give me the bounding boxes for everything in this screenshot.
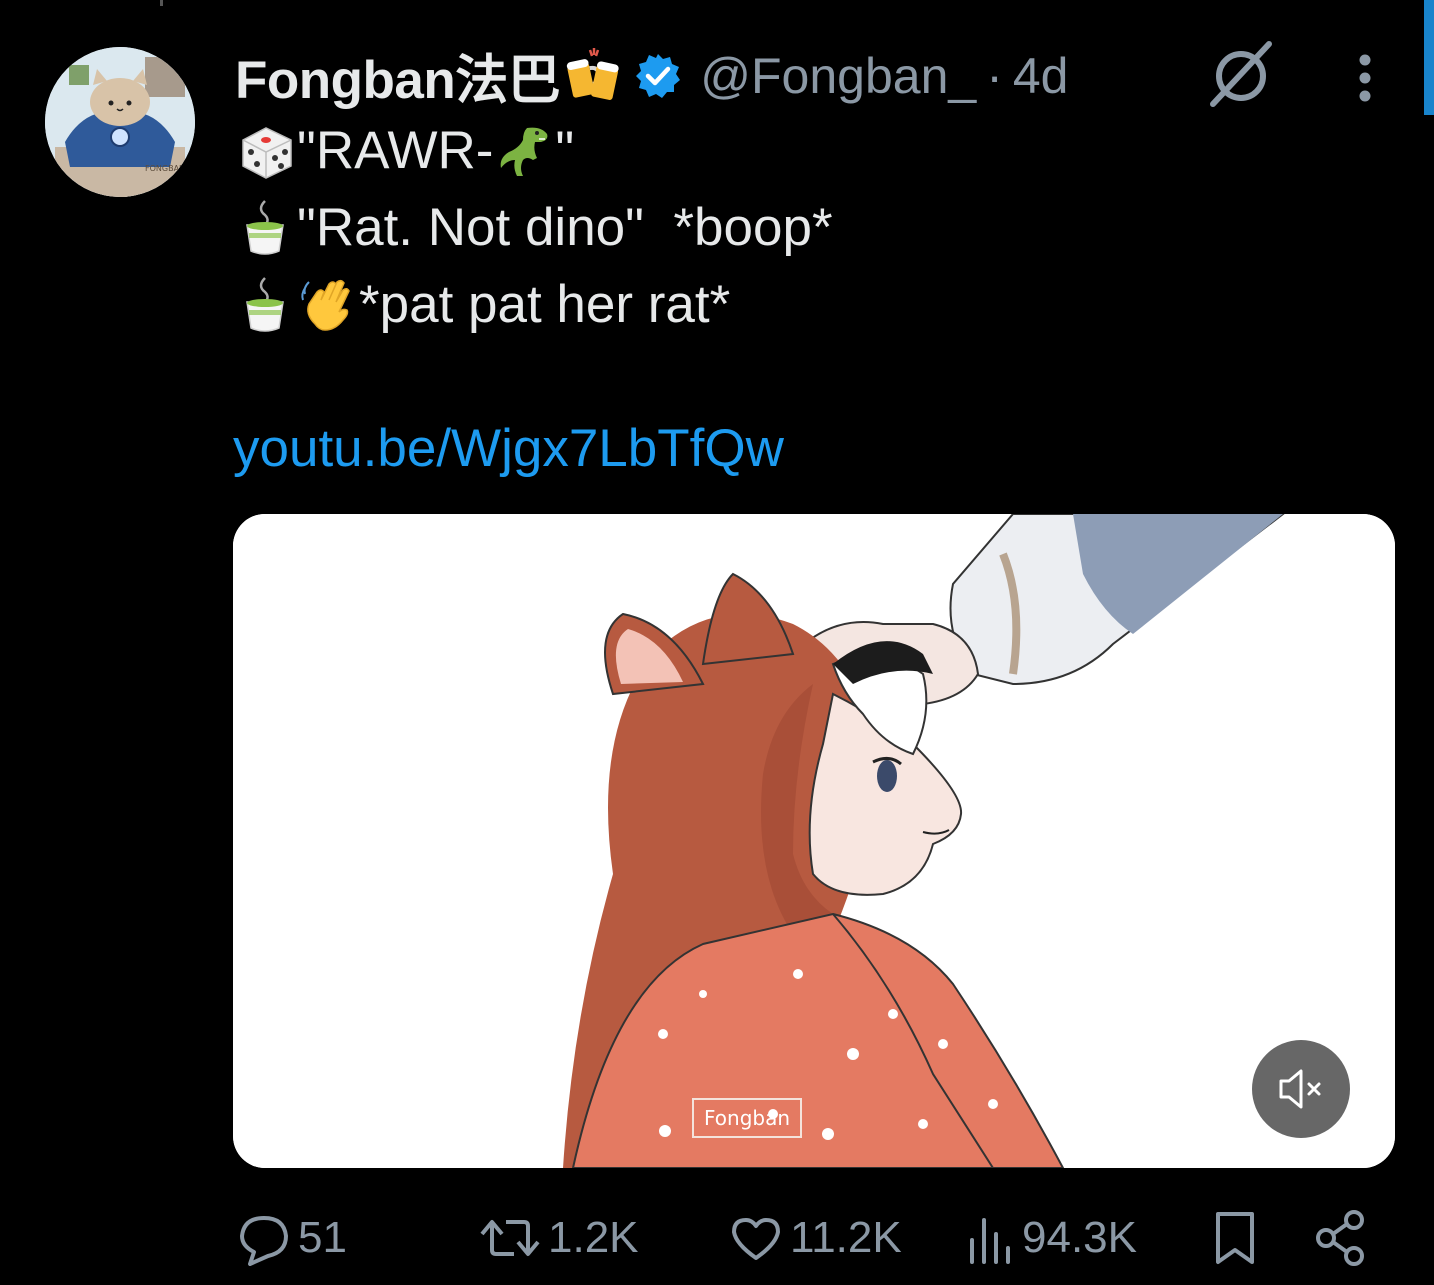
more-options-icon[interactable] (1340, 48, 1390, 108)
teacup-icon (246, 199, 284, 255)
video-frame (233, 514, 1395, 1168)
heart-icon (732, 1218, 780, 1260)
tweet[interactable]: FONGBAN 法巴 Fongban法巴 @Fongban_ · 4d (0, 0, 1434, 1285)
views-chart-icon (970, 1218, 1010, 1264)
tweet-line-2: "Rat. Not dino" *boop* (235, 189, 1385, 266)
game-die-icon (242, 126, 292, 179)
thread-line (160, 0, 163, 6)
unmute-button[interactable] (1252, 1040, 1350, 1138)
reply-count: 51 (298, 1213, 347, 1262)
tweet-link[interactable]: youtu.be/Wjgx7LbTfQw (233, 418, 784, 479)
bookmark-icon (1216, 1212, 1254, 1264)
tweet-line-1-text: "RAWR- (297, 121, 494, 180)
tweet-line-3: *pat pat her rat* (235, 266, 1385, 343)
share-button[interactable] (1312, 1198, 1368, 1278)
display-name[interactable]: Fongban法巴 (235, 38, 561, 114)
tweet-line-1: "RAWR- " (235, 112, 1385, 189)
scrollbar[interactable] (1424, 0, 1434, 115)
user-handle[interactable]: @Fongban_ (700, 47, 976, 105)
avatar[interactable]: FONGBAN 法巴 (45, 47, 195, 197)
reply-icon (240, 1216, 288, 1266)
verified-badge-icon[interactable] (634, 52, 682, 100)
reply-button[interactable]: 51 (236, 1198, 347, 1278)
action-bar: 51 1.2K 11.2K 94.3K (0, 1198, 1434, 1278)
separator-dot: · (986, 48, 1003, 104)
avatar-label: FONGBAN 法巴 (145, 163, 195, 173)
tweet-text: "RAWR- " "Rat. Not dino" *boop* *pat pat… (235, 112, 1385, 343)
muted-speaker-icon (1279, 1069, 1321, 1109)
timestamp[interactable]: 4d (1013, 47, 1069, 105)
teacup-icon (246, 276, 284, 332)
waving-hand-icon (301, 279, 350, 331)
views-button[interactable]: 94.3K (964, 1198, 1137, 1278)
video-player[interactable] (233, 514, 1395, 1168)
bookmark-button[interactable] (1210, 1198, 1260, 1278)
avatar-image: FONGBAN 法巴 (45, 47, 195, 197)
tweet-line-2-text: "Rat. Not dino" *boop* (297, 198, 833, 257)
repost-count: 1.2K (548, 1213, 639, 1262)
like-count: 11.2K (790, 1213, 902, 1262)
t-rex-icon (501, 127, 548, 176)
share-icon (1316, 1210, 1364, 1266)
tweet-line-1-close: " (555, 121, 575, 180)
repost-button[interactable]: 1.2K (478, 1198, 639, 1278)
tweet-header: Fongban法巴 @Fongban_ · 4d (235, 40, 1068, 112)
views-count: 94.3K (1022, 1213, 1137, 1262)
tweet-line-3-text: *pat pat her rat* (359, 275, 731, 334)
repost-icon (480, 1220, 540, 1256)
video-watermark: Fongban (692, 1098, 802, 1138)
like-button[interactable]: 11.2K (728, 1198, 902, 1278)
grok-icon[interactable] (1205, 38, 1277, 110)
clinking-beer-mugs-icon (567, 48, 619, 100)
